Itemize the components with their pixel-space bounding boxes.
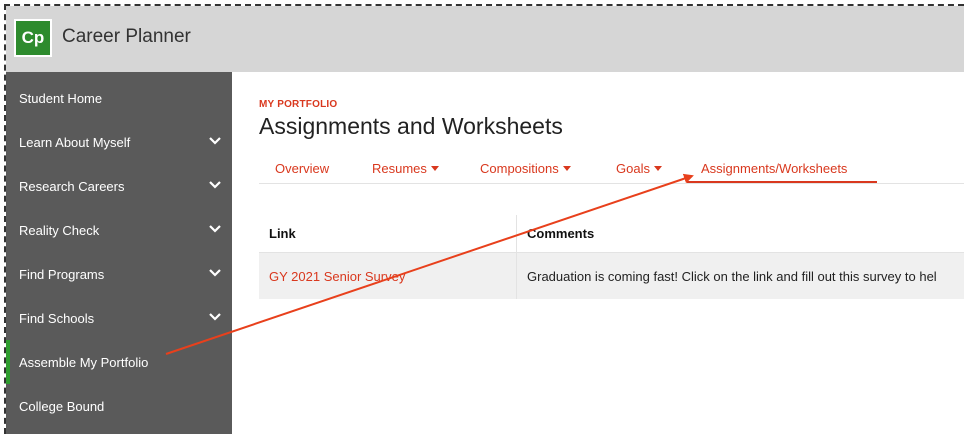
caret-down-icon xyxy=(653,166,662,171)
app-logo[interactable]: Cp xyxy=(14,19,52,57)
tab-label: Goals xyxy=(616,161,650,176)
page-title: Assignments and Worksheets xyxy=(259,113,563,139)
window-frame: Cp Career Planner Student Home Learn Abo… xyxy=(4,4,964,434)
active-tab-indicator xyxy=(687,181,877,183)
tab-goals[interactable]: Goals xyxy=(616,161,662,176)
assignment-comment: Graduation is coming fast! Click on the … xyxy=(527,268,937,284)
tab-label: Compositions xyxy=(480,161,559,176)
column-divider xyxy=(516,215,517,299)
tab-resumes[interactable]: Resumes xyxy=(372,161,439,176)
sidebar-item-label: Assemble My Portfolio xyxy=(19,354,149,370)
section-eyebrow: MY PORTFOLIO xyxy=(259,99,338,110)
app-title: Career Planner xyxy=(62,26,191,47)
chevron-down-icon xyxy=(209,225,221,233)
caret-down-icon xyxy=(430,166,439,171)
caret-down-icon xyxy=(562,166,571,171)
sidebar: Student Home Learn About Myself Research… xyxy=(6,72,232,434)
assignment-link[interactable]: GY 2021 Senior Survey xyxy=(259,253,516,299)
sidebar-item-label: Learn About Myself xyxy=(19,134,131,150)
sidebar-item-reality-check[interactable]: Reality Check xyxy=(6,208,232,252)
sidebar-item-assemble-my-portfolio[interactable]: Assemble My Portfolio xyxy=(6,340,232,384)
chevron-down-icon xyxy=(209,269,221,277)
tab-bar: Overview Resumes Compositions Goals Assi… xyxy=(259,157,964,184)
logo-text: Cp xyxy=(21,28,45,47)
sidebar-item-college-bound[interactable]: College Bound xyxy=(6,384,232,428)
table-row: GY 2021 Senior Survey Graduation is comi… xyxy=(259,253,964,299)
sidebar-item-label: Find Schools xyxy=(19,310,95,326)
tab-label: Overview xyxy=(275,161,330,176)
main-content: MY PORTFOLIO Assignments and Worksheets … xyxy=(232,72,964,434)
sidebar-item-learn-about-myself[interactable]: Learn About Myself xyxy=(6,120,232,164)
column-header-link: Link xyxy=(259,215,516,253)
tab-label: Resumes xyxy=(372,161,427,176)
sidebar-item-label: Find Programs xyxy=(19,266,105,282)
chevron-down-icon xyxy=(209,313,221,321)
tab-assignments-worksheets[interactable]: Assignments/Worksheets xyxy=(701,161,847,176)
sidebar-item-label: Reality Check xyxy=(19,222,100,238)
chevron-down-icon xyxy=(209,181,221,189)
sidebar-item-find-programs[interactable]: Find Programs xyxy=(6,252,232,296)
column-header-comments: Comments xyxy=(517,215,964,253)
tab-label: Assignments/Worksheets xyxy=(701,161,848,176)
tab-compositions[interactable]: Compositions xyxy=(480,161,571,176)
chevron-down-icon xyxy=(209,137,221,145)
sidebar-item-label: Research Careers xyxy=(19,178,125,194)
sidebar-item-research-careers[interactable]: Research Careers xyxy=(6,164,232,208)
top-bar: Cp Career Planner xyxy=(6,6,964,72)
tab-overview[interactable]: Overview xyxy=(275,161,329,176)
sidebar-item-label: College Bound xyxy=(19,398,105,414)
sidebar-item-student-home[interactable]: Student Home xyxy=(6,76,232,120)
sidebar-item-find-schools[interactable]: Find Schools xyxy=(6,296,232,340)
sidebar-item-label: Student Home xyxy=(19,90,103,106)
